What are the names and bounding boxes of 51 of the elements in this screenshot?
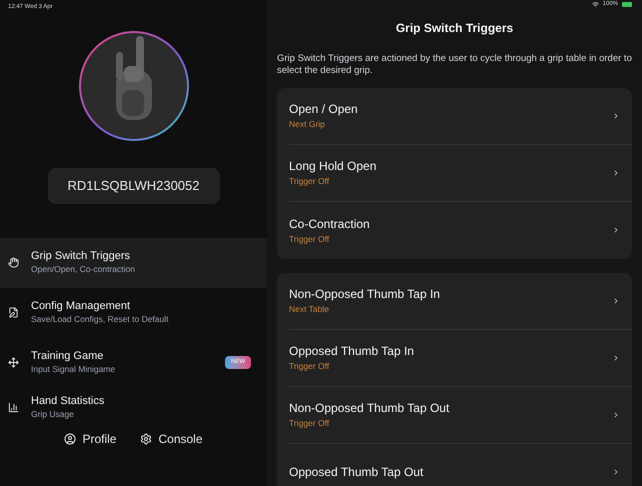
sidebar-item[interactable]: Hand Statistics Grip Usage xyxy=(0,388,267,428)
settings-row[interactable]: Co-Contraction Trigger Off xyxy=(289,202,632,259)
settings-row[interactable]: Open / Open Next Grip xyxy=(289,88,632,145)
row-title: Opposed Thumb Tap Out xyxy=(289,464,424,482)
item-title: Config Management xyxy=(31,300,132,314)
wifi-icon xyxy=(592,1,599,8)
chevron-icon xyxy=(612,410,620,419)
device-id-label: RD1LSQBLWH230052 xyxy=(48,168,220,204)
chevron-icon xyxy=(612,468,620,476)
settings-row[interactable]: Long Hold Open Trigger Off xyxy=(289,144,632,202)
row-value: Trigger Off xyxy=(289,417,330,430)
row-title: Open / Open xyxy=(289,101,359,118)
footer-button[interactable]: Profile xyxy=(64,430,116,448)
item-title: Hand Statistics xyxy=(31,395,106,410)
item-title: Training Game xyxy=(31,350,104,364)
item-title: Grip Switch Triggers xyxy=(31,250,132,264)
footer-button[interactable]: Console xyxy=(140,430,203,448)
sidebar-item[interactable]: Grip Switch Triggers Open/Open, Co-contraction xyxy=(0,238,267,288)
item-subtitle: Grip Usage xyxy=(31,409,75,420)
chevron-icon xyxy=(612,112,620,120)
item-subtitle: Open/Open, Co-contraction xyxy=(31,264,136,275)
description-text: Grip Switch Triggers are actioned by the user to cycle through a grip table in order to select the desired grip. xyxy=(277,53,632,78)
document-icon xyxy=(8,307,19,318)
user-icon xyxy=(64,432,76,444)
row-value: Trigger Off xyxy=(289,175,330,188)
page-title: Grip Switch Triggers xyxy=(396,20,514,37)
row-title: Non-Opposed Thumb Tap Out xyxy=(289,400,450,418)
row-title: Opposed Thumb Tap In xyxy=(289,343,415,360)
arrows-icon xyxy=(8,357,19,368)
row-title: Non-Opposed Thumb Tap In xyxy=(289,286,441,304)
bar-chart-icon xyxy=(8,402,19,413)
settings-row[interactable]: Non-Opposed Thumb Tap Out Trigger Off xyxy=(289,386,632,444)
row-value: Trigger Off xyxy=(289,360,330,374)
row-value: Next Table xyxy=(289,303,330,316)
item-subtitle: Input Signal Minigame xyxy=(31,364,116,375)
chevron-icon xyxy=(612,354,620,362)
chevron-icon xyxy=(612,168,620,177)
settings-row[interactable]: Opposed Thumb Tap Out xyxy=(289,444,632,486)
row-value: Trigger Off xyxy=(289,232,330,246)
sidebar-item[interactable]: Config Management Save/Load Configs, Reset to Default xyxy=(0,288,267,338)
chevron-icon xyxy=(612,296,620,305)
hand-icon xyxy=(8,257,19,268)
battery-icon xyxy=(622,2,632,7)
item-subtitle: Save/Load Configs, Reset to Default xyxy=(31,314,170,325)
row-title: Co-Contraction xyxy=(289,216,371,233)
gear-icon xyxy=(140,432,152,444)
settings-row[interactable]: Non-Opposed Thumb Tap In Next Table xyxy=(289,272,632,330)
chevron-icon xyxy=(612,226,620,234)
row-value: Next Grip xyxy=(289,118,326,132)
settings-row[interactable]: Opposed Thumb Tap In Trigger Off xyxy=(289,330,632,387)
row-title: Long Hold Open xyxy=(289,158,378,176)
